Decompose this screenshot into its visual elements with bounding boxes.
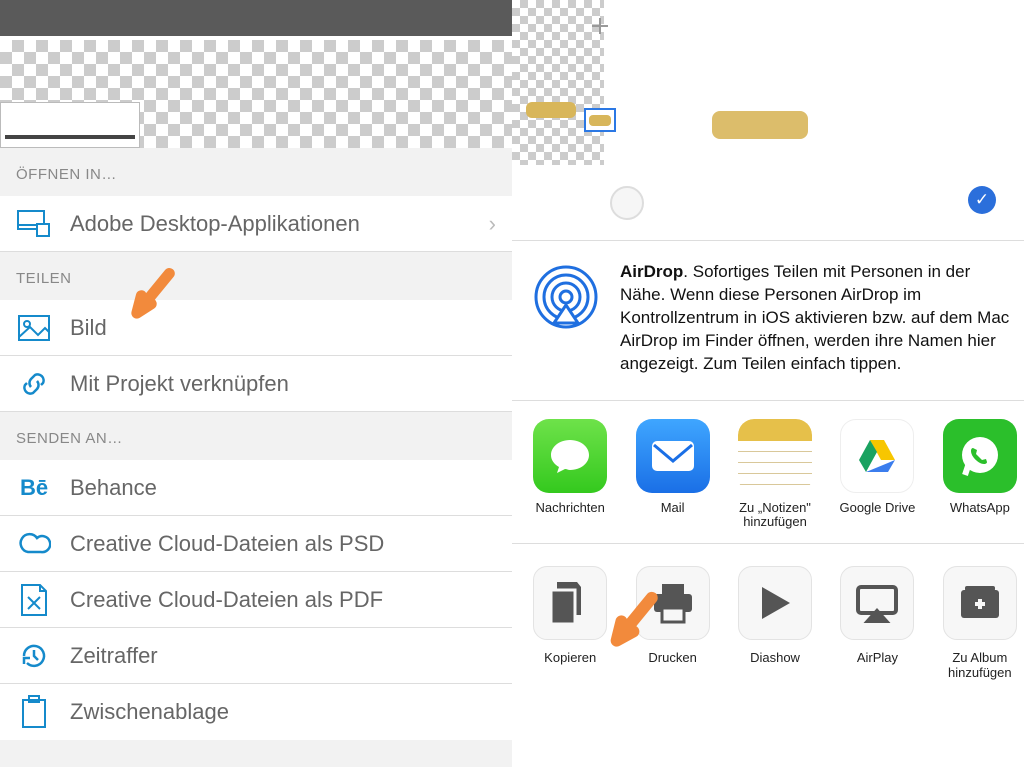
action-airplay[interactable]: AirPlay <box>837 566 917 680</box>
link-icon <box>16 366 52 402</box>
app-mail[interactable]: Mail <box>632 419 712 530</box>
artwork-preview <box>712 105 808 147</box>
clipboard-label: Zwischenablage <box>70 699 496 725</box>
airdrop-section[interactable]: AirDrop. Sofortiges Teilen mit Personen … <box>512 240 1024 401</box>
album-label: Zu Album hinzufügen <box>940 650 1020 680</box>
messages-label: Nachrichten <box>536 501 605 529</box>
preview-area <box>0 0 512 148</box>
copy-icon <box>533 566 607 640</box>
share-image-row[interactable]: Bild <box>0 300 512 356</box>
section-share: TEILEN <box>0 252 512 300</box>
pdf-icon <box>16 582 52 618</box>
document-thumbnail[interactable] <box>0 102 140 148</box>
creative-cloud-icon <box>16 526 52 562</box>
behance-icon: Bē <box>16 470 52 506</box>
app-messages[interactable]: Nachrichten <box>530 419 610 530</box>
album-add-icon <box>943 566 1017 640</box>
app-notes[interactable]: Zu „Notizen" hinzufügen <box>735 419 815 530</box>
link-project-label: Mit Projekt verknüpfen <box>70 371 496 397</box>
history-icon <box>16 638 52 674</box>
clipboard-icon <box>16 694 52 730</box>
share-sheet: ✓ AirDrop. Sofortiges Teilen mit Persone… <box>512 0 1024 767</box>
adobe-desktop-label: Adobe Desktop-Applikationen <box>70 211 471 237</box>
tool-circle[interactable] <box>610 186 644 220</box>
airplay-label: AirPlay <box>857 650 898 665</box>
notes-label: Zu „Notizen" hinzufügen <box>735 501 815 530</box>
selection-preview: ✓ <box>512 0 1024 240</box>
share-apps-row: Nachrichten Mail Zu „Notizen" hinzufügen… <box>512 401 1024 545</box>
left-panel: ÖFFNEN IN… Adobe Desktop-Applikationen ›… <box>0 0 512 767</box>
notes-icon <box>738 419 812 493</box>
mail-label: Mail <box>661 501 685 529</box>
action-slideshow[interactable]: Diashow <box>735 566 815 680</box>
desktop-icon <box>16 206 52 242</box>
cc-pdf-row[interactable]: Creative Cloud-Dateien als PDF <box>0 572 512 628</box>
add-button[interactable] <box>592 18 608 34</box>
link-project-row[interactable]: Mit Projekt verknüpfen <box>0 356 512 412</box>
play-icon <box>738 566 812 640</box>
adobe-desktop-apps-row[interactable]: Adobe Desktop-Applikationen › <box>0 196 512 252</box>
section-send-to: SENDEN AN… <box>0 412 512 460</box>
drive-label: Google Drive <box>839 501 915 529</box>
whatsapp-icon <box>943 419 1017 493</box>
section-open-in: ÖFFNEN IN… <box>0 148 512 196</box>
action-print[interactable]: Drucken <box>632 566 712 680</box>
timelapse-row[interactable]: Zeitraffer <box>0 628 512 684</box>
app-whatsapp[interactable]: WhatsApp <box>940 419 1020 530</box>
behance-label: Behance <box>70 475 496 501</box>
airplay-icon <box>840 566 914 640</box>
whatsapp-label: WhatsApp <box>950 501 1010 529</box>
print-label: Drucken <box>648 650 696 665</box>
action-copy[interactable]: Kopieren <box>530 566 610 680</box>
timelapse-label: Zeitraffer <box>70 643 496 669</box>
action-add-album[interactable]: Zu Album hinzufügen <box>940 566 1020 680</box>
clipboard-row[interactable]: Zwischenablage <box>0 684 512 740</box>
print-icon <box>636 566 710 640</box>
messages-icon <box>533 419 607 493</box>
app-drive[interactable]: Google Drive <box>837 419 917 530</box>
selected-thumb[interactable] <box>584 108 616 132</box>
image-icon <box>16 310 52 346</box>
cc-pdf-label: Creative Cloud-Dateien als PDF <box>70 587 496 613</box>
drive-icon <box>840 419 914 493</box>
share-actions-row: Kopieren Drucken Diashow AirPlay Zu Albu… <box>512 544 1024 694</box>
airdrop-description: AirDrop. Sofortiges Teilen mit Personen … <box>620 261 1014 376</box>
share-image-label: Bild <box>70 315 496 341</box>
cc-psd-label: Creative Cloud-Dateien als PSD <box>70 531 496 557</box>
behance-row[interactable]: Bē Behance <box>0 460 512 516</box>
selected-checkmark-icon: ✓ <box>968 186 996 214</box>
slideshow-label: Diashow <box>750 650 800 665</box>
airdrop-icon <box>530 261 602 333</box>
copy-label: Kopieren <box>544 650 596 665</box>
chevron-right-icon: › <box>489 211 496 237</box>
cc-psd-row[interactable]: Creative Cloud-Dateien als PSD <box>0 516 512 572</box>
mail-icon <box>636 419 710 493</box>
